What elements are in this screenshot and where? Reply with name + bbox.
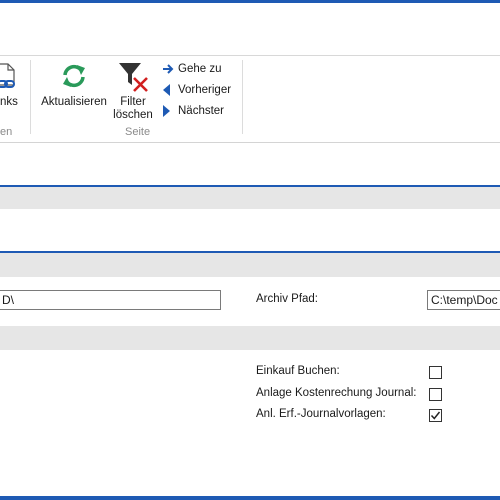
checkbox-anlage[interactable]	[429, 388, 442, 401]
section-header-band	[0, 326, 500, 350]
section-header-band	[0, 253, 500, 277]
checkbox-journalvorlagen[interactable]	[429, 409, 442, 422]
group-separator	[30, 60, 31, 134]
next-button[interactable]: Nächster	[162, 102, 224, 120]
group-separator	[242, 60, 243, 134]
refresh-button-label: Aktualisieren	[41, 96, 107, 108]
path-input[interactable]: D\	[0, 290, 221, 310]
triangle-left-icon	[162, 84, 178, 96]
clear-filter-button[interactable]: Filter löschen	[110, 58, 156, 124]
archive-path-input[interactable]: C:\temp\Doc	[427, 290, 500, 310]
previous-button[interactable]: Vorheriger	[162, 81, 231, 99]
window-bottom-border	[0, 496, 500, 500]
links-button-label: nks	[0, 96, 18, 108]
clear-filter-icon	[119, 63, 148, 92]
goto-label: Gehe zu	[178, 63, 222, 75]
checkbox-einkauf[interactable]	[429, 366, 442, 379]
checkmark-icon	[430, 411, 441, 420]
window-top-border	[0, 0, 500, 3]
next-label: Nächster	[178, 105, 225, 117]
refresh-icon	[63, 64, 85, 88]
refresh-button[interactable]: Aktualisieren	[38, 58, 110, 116]
goto-button[interactable]: Gehe zu	[162, 60, 221, 78]
previous-label: Vorheriger	[178, 84, 232, 96]
triangle-right-icon	[162, 105, 178, 117]
arrow-right-icon	[162, 64, 178, 74]
group-caption-links: en	[0, 126, 13, 138]
checkbox-label-einkauf: Einkauf Buchen:	[256, 365, 340, 377]
section-header-band	[0, 187, 500, 209]
group-caption-page: Seite	[125, 126, 151, 138]
checkbox-label-journalvorlagen: Anl. Erf.-Journalvorlagen:	[256, 408, 386, 420]
archive-path-label: Archiv Pfad:	[256, 293, 318, 305]
checkbox-label-anlage: Anlage Kostenrechung Journal:	[256, 387, 417, 399]
clear-filter-label-line1: Filter	[120, 96, 146, 108]
link-document-icon	[0, 63, 15, 88]
links-button[interactable]: nks	[0, 60, 24, 120]
clear-filter-label-line2: löschen	[113, 109, 153, 121]
ribbon-bottom-border	[0, 142, 500, 143]
